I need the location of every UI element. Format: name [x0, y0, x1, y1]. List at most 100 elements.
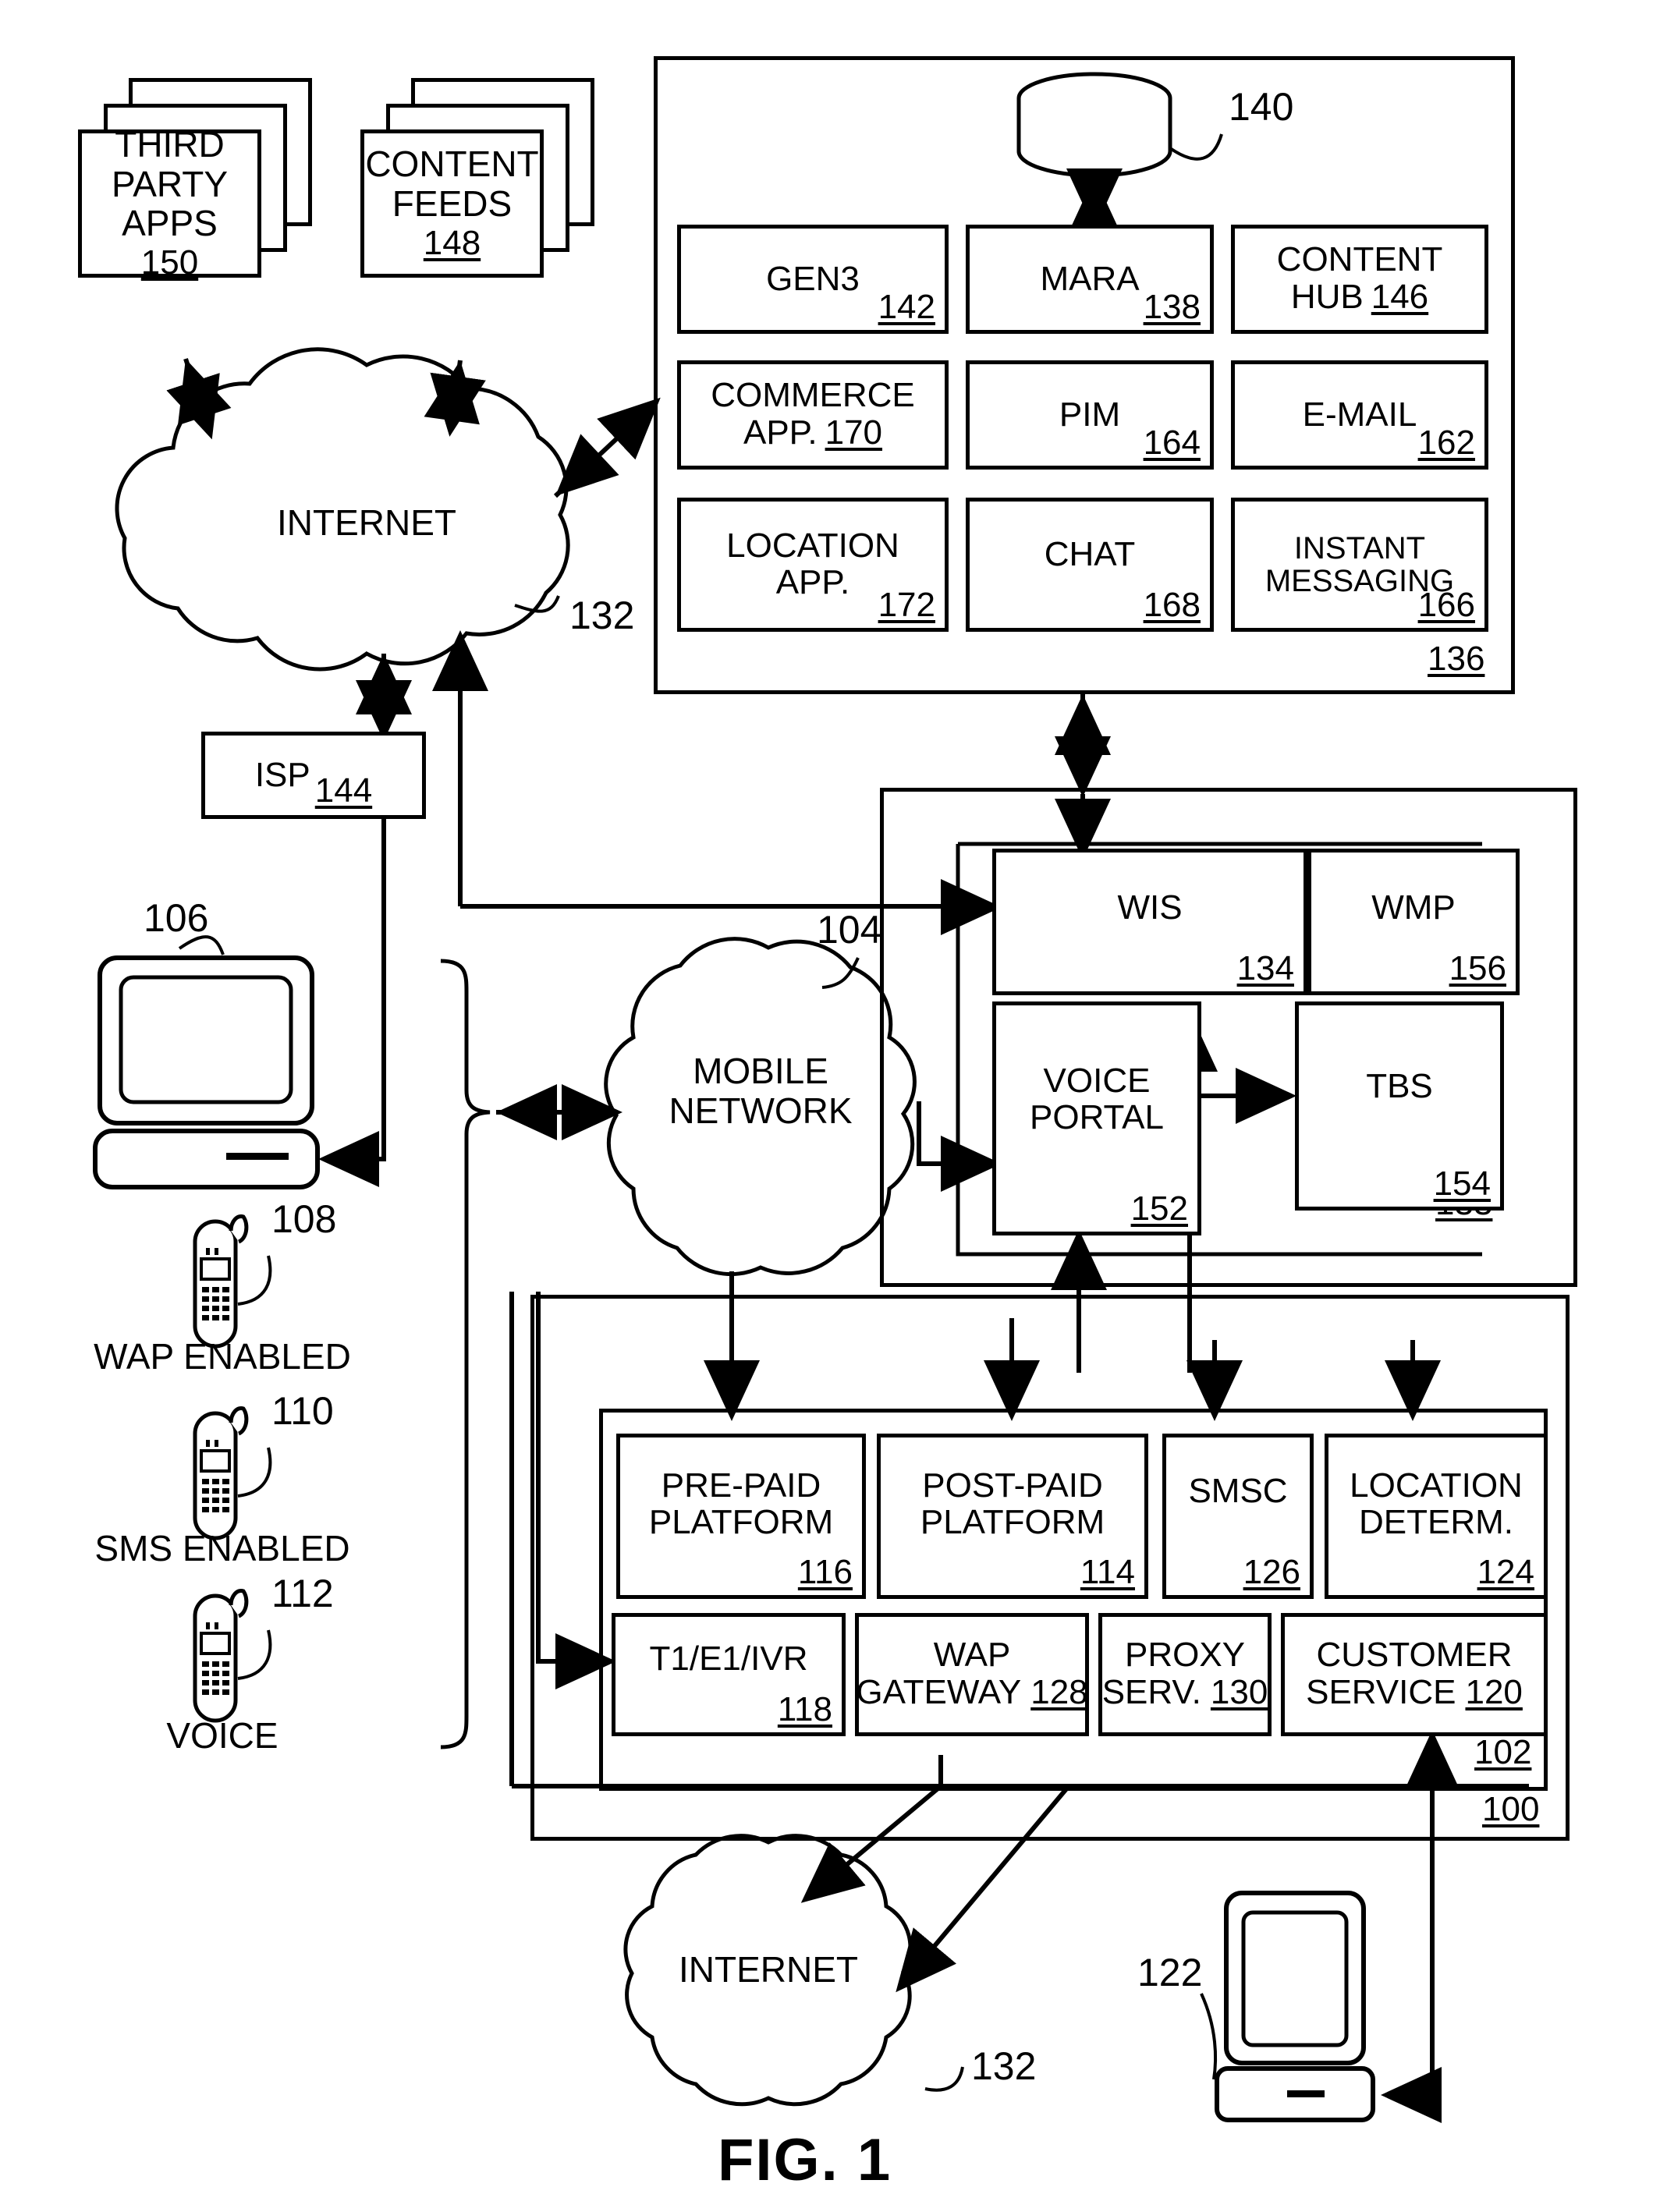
customer-service-ref: 120: [1465, 1673, 1523, 1712]
location-determ-label-line1: LOCATION: [1350, 1466, 1523, 1505]
content-hub-box[interactable]: CONTENT HUB 146: [1231, 225, 1488, 334]
isp-ref: 144: [314, 771, 373, 810]
internet-bottom-label: INTERNET: [679, 1949, 858, 1990]
wis-label: WIS: [1117, 888, 1183, 927]
isp-label: ISP: [254, 755, 310, 794]
pim-box[interactable]: PIM 164: [966, 360, 1214, 470]
third-party-apps-ref: 150: [140, 243, 199, 282]
wmp-label: WMP: [1371, 888, 1456, 927]
patent-figure-page: THIRD PARTY APPS 150 CONTENT FEEDS 148 I…: [0, 0, 1660, 2212]
content-hub-ref: 146: [1371, 278, 1429, 317]
internet-top-label: INTERNET: [277, 502, 456, 543]
internet-bottom-ref: 132: [971, 2044, 1037, 2088]
mobile-network-ref: 104: [817, 908, 882, 952]
voice-portal-box[interactable]: VOICE PORTAL 152: [992, 1001, 1201, 1235]
third-party-apps-stack[interactable]: THIRD PARTY APPS 150: [78, 78, 312, 282]
location-determ-ref: 124: [1477, 1553, 1534, 1591]
post-paid-platform-label-line1: POST-PAID: [922, 1466, 1103, 1505]
content-feeds-stack[interactable]: CONTENT FEEDS 148: [360, 78, 594, 281]
mobile-network-label: MOBILE NETWORK: [669, 1051, 853, 1131]
figure-caption: FIG. 1: [718, 2127, 892, 2193]
email-box[interactable]: E-MAIL 162: [1231, 360, 1488, 470]
location-determ-box[interactable]: LOCATION DETERM. 124: [1325, 1434, 1548, 1599]
location-app-ref: 172: [878, 586, 935, 624]
smsc-box[interactable]: SMSC 126: [1162, 1434, 1314, 1599]
instant-messaging-label-line1: INSTANT: [1293, 530, 1426, 565]
content-feeds-ref: 148: [423, 223, 481, 262]
content-hub-label-line1: CONTENT: [1276, 239, 1443, 278]
voice-portal-ref: 152: [1130, 1189, 1188, 1228]
commerce-app-box[interactable]: COMMERCE APP. 170: [677, 360, 949, 470]
t1-e1-ivr-box[interactable]: T1/E1/IVR 118: [612, 1613, 846, 1736]
pre-paid-platform-ref: 116: [797, 1553, 853, 1591]
sms-phone-ref: 110: [271, 1389, 334, 1433]
proxy-serv-ref: 130: [1210, 1673, 1268, 1712]
isp-box[interactable]: ISP 144: [201, 732, 426, 819]
commerce-app-ref: 170: [825, 413, 883, 452]
operator-container-ref: 102: [1474, 1733, 1532, 1771]
post-paid-platform-ref: 114: [1080, 1553, 1135, 1591]
pre-paid-platform-label-line1: PRE-PAID: [661, 1466, 821, 1505]
server-platform-ref: 136: [1428, 640, 1485, 678]
chat-box[interactable]: CHAT 168: [966, 498, 1214, 632]
internet-top-ref: 132: [569, 594, 635, 637]
desktop-computer-ref: 106: [144, 896, 209, 940]
gen3-label: GEN3: [766, 259, 860, 298]
voice-portal-label-line2: PORTAL: [1030, 1098, 1164, 1136]
post-paid-platform-box[interactable]: POST-PAID PLATFORM 114: [877, 1434, 1148, 1599]
tbs-ref: 154: [1433, 1164, 1491, 1203]
pre-paid-platform-label-line2: PLATFORM: [648, 1503, 834, 1541]
wmp-ref: 156: [1449, 949, 1506, 987]
content-feeds-box[interactable]: CONTENT FEEDS 148: [360, 129, 544, 278]
proxy-serv-label-line1: PROXY: [1124, 1635, 1246, 1674]
third-party-apps-box[interactable]: THIRD PARTY APPS 150: [78, 125, 261, 282]
voice-phone-ref: 112: [271, 1572, 334, 1615]
third-party-apps-label: THIRD PARTY APPS: [111, 124, 229, 244]
commerce-app-label-line1: COMMERCE: [711, 375, 915, 414]
sms-phone-label: SMS ENABLED: [94, 1528, 350, 1569]
voice-portal-label-line1: VOICE: [1043, 1062, 1151, 1101]
chat-label: CHAT: [1044, 534, 1136, 573]
wap-gateway-label-line2: GATEWAY: [856, 1673, 1022, 1712]
location-determ-label-line2: DETERM.: [1359, 1503, 1513, 1541]
customer-service-label-line2: SERVICE: [1306, 1673, 1456, 1712]
location-app-label-line2: APP.: [775, 563, 850, 601]
mara-label: MARA: [1040, 259, 1140, 298]
proxy-serv-label-line2: SERV.: [1101, 1673, 1201, 1712]
wap-phone-label: WAP ENABLED: [94, 1336, 351, 1377]
smsc-ref: 126: [1243, 1553, 1300, 1591]
tbs-box[interactable]: TBS 154: [1295, 1001, 1504, 1211]
wis-box[interactable]: WIS 134: [992, 849, 1307, 995]
gen3-ref: 142: [878, 288, 935, 326]
location-app-box[interactable]: LOCATION APP. 172: [677, 498, 949, 632]
content-hub-label-line2: HUB: [1290, 278, 1364, 317]
pim-label: PIM: [1059, 395, 1121, 434]
wap-gateway-label-line1: WAP: [933, 1635, 1011, 1674]
instant-messaging-ref: 166: [1417, 586, 1475, 624]
location-app-label-line1: LOCATION: [726, 526, 899, 565]
t1-e1-ivr-ref: 118: [777, 1690, 832, 1728]
gen3-box[interactable]: GEN3 142: [677, 225, 949, 334]
t1-e1-ivr-label: T1/E1/IVR: [649, 1639, 808, 1678]
email-ref: 162: [1417, 424, 1475, 462]
chat-ref: 168: [1143, 586, 1201, 624]
instant-messaging-box[interactable]: INSTANT MESSAGING 166: [1231, 498, 1488, 632]
proxy-serv-box[interactable]: PROXY SERV. 130: [1098, 1613, 1272, 1736]
wap-gateway-box[interactable]: WAP GATEWAY 128: [855, 1613, 1089, 1736]
post-paid-platform-label-line2: PLATFORM: [920, 1503, 1105, 1541]
smsc-label: SMSC: [1188, 1471, 1288, 1510]
wap-phone-ref: 108: [271, 1197, 337, 1241]
wap-gateway-ref: 128: [1030, 1673, 1088, 1712]
voice-phone-label: VOICE: [166, 1715, 278, 1756]
tbs-label: TBS: [1366, 1066, 1433, 1105]
wmp-box[interactable]: WMP 156: [1307, 849, 1520, 995]
wis-ref: 134: [1236, 949, 1294, 987]
commerce-app-label-line2: APP.: [743, 413, 818, 452]
operator-outer-ref: 100: [1482, 1790, 1540, 1828]
pre-paid-platform-box[interactable]: PRE-PAID PLATFORM 116: [616, 1434, 866, 1599]
pim-ref: 164: [1143, 424, 1201, 462]
email-label: E-MAIL: [1302, 395, 1417, 434]
customer-service-box[interactable]: CUSTOMER SERVICE 120: [1281, 1613, 1548, 1736]
mara-box[interactable]: MARA 138: [966, 225, 1214, 334]
mara-ref: 138: [1143, 288, 1201, 326]
